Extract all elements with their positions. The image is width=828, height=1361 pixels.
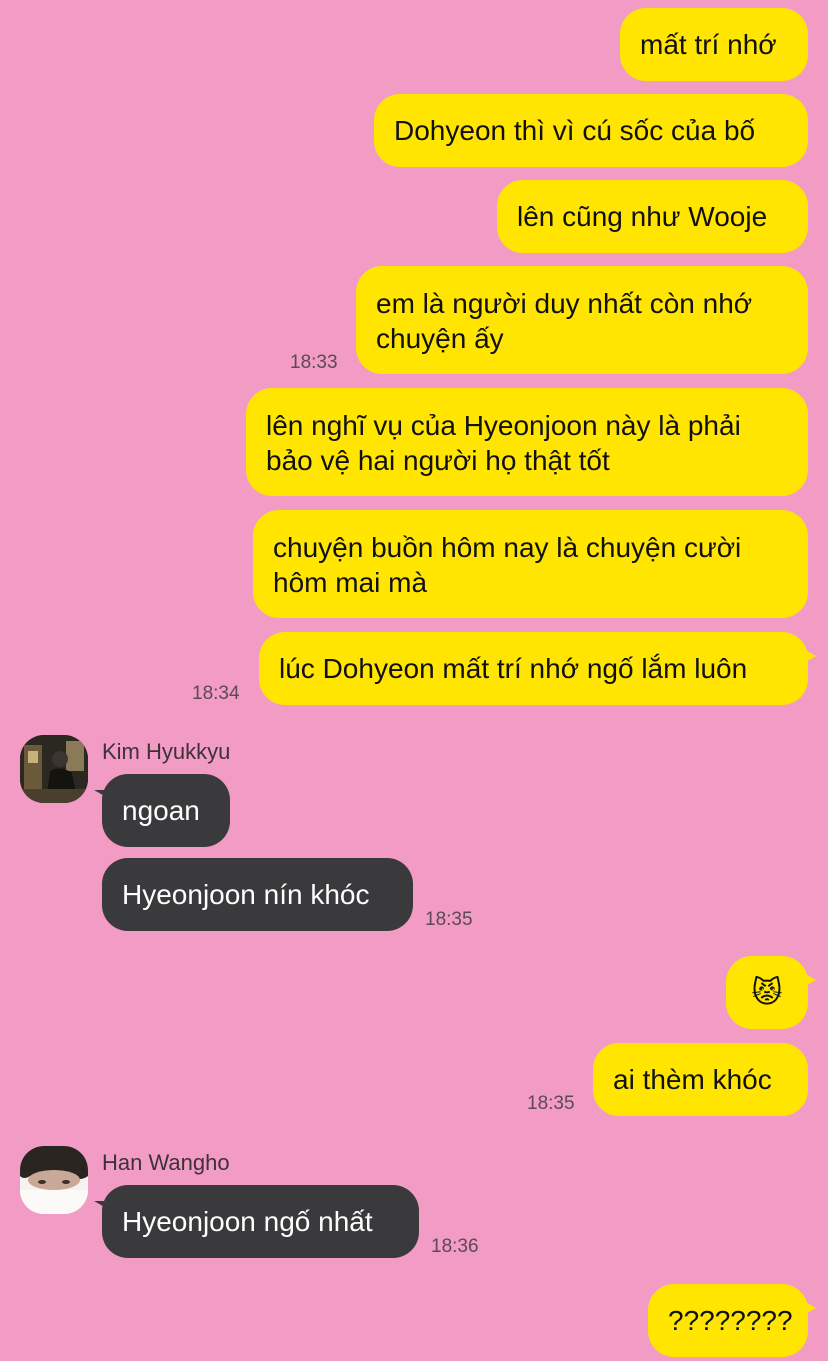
sent-emoji-message[interactable]: 😾: [726, 956, 816, 1029]
angry-cat-emoji-icon: 😾: [751, 976, 783, 1009]
received-message[interactable]: Hyeonjoon ngố nhất: [94, 1185, 419, 1258]
profile-photo-light-icon: [20, 1146, 88, 1214]
sent-message[interactable]: chuyện buồn hôm nay là chuyện cười hôm m…: [253, 510, 808, 618]
message-text: Hyeonjoon nín khóc: [122, 879, 370, 910]
sent-message[interactable]: em là người duy nhất còn nhớ chuyện ấy: [356, 266, 808, 374]
message-text-line: chuyện buồn hôm nay là chuyện cười: [273, 532, 742, 563]
message-text: Hyeonjoon ngố nhất: [122, 1206, 373, 1237]
message-text-line: lên nghĩ vụ của Hyeonjoon này là phải: [266, 410, 741, 441]
message-text-line: em là người duy nhất còn nhớ: [376, 288, 753, 319]
sent-message[interactable]: ai thèm khóc: [593, 1043, 808, 1116]
sent-message[interactable]: mất trí nhớ: [620, 8, 808, 81]
message-text: ngoan: [122, 795, 200, 826]
received-message[interactable]: Hyeonjoon nín khóc: [102, 858, 413, 931]
message-timestamp: 18:35: [527, 1093, 575, 1114]
message-text-line: bảo vệ hai người họ thật tốt: [266, 445, 610, 476]
profile-photo-dark-icon: [20, 735, 88, 803]
message-text: Dohyeon thì vì cú sốc của bố: [394, 115, 756, 146]
message-text: lên cũng như Wooje: [517, 201, 768, 232]
message-text-line: chuyện ấy: [376, 323, 504, 354]
sent-message[interactable]: Dohyeon thì vì cú sốc của bố: [374, 94, 808, 167]
message-text: lúc Dohyeon mất trí nhớ ngố lắm luôn: [279, 653, 748, 684]
avatar[interactable]: [20, 1146, 88, 1214]
sender-name: Kim Hyukkyu: [102, 739, 231, 764]
message-timestamp: 18:35: [425, 909, 473, 930]
sender-name: Han Wangho: [102, 1150, 230, 1175]
sent-message[interactable]: ????????: [648, 1284, 816, 1357]
avatar[interactable]: [20, 735, 88, 803]
message-text: ai thèm khóc: [613, 1064, 772, 1095]
received-message[interactable]: ngoan: [94, 774, 230, 847]
sent-message[interactable]: lên nghĩ vụ của Hyeonjoon này là phải bả…: [246, 388, 808, 496]
message-timestamp: 18:36: [431, 1236, 479, 1257]
message-text-line: hôm mai mà: [273, 567, 428, 598]
sent-message[interactable]: lúc Dohyeon mất trí nhớ ngố lắm luôn: [259, 632, 816, 705]
message-timestamp: 18:33: [290, 352, 338, 373]
sent-message[interactable]: lên cũng như Wooje: [497, 180, 808, 253]
message-text: ????????: [668, 1305, 793, 1336]
message-text: mất trí nhớ: [640, 29, 777, 60]
message-timestamp: 18:34: [192, 683, 240, 704]
